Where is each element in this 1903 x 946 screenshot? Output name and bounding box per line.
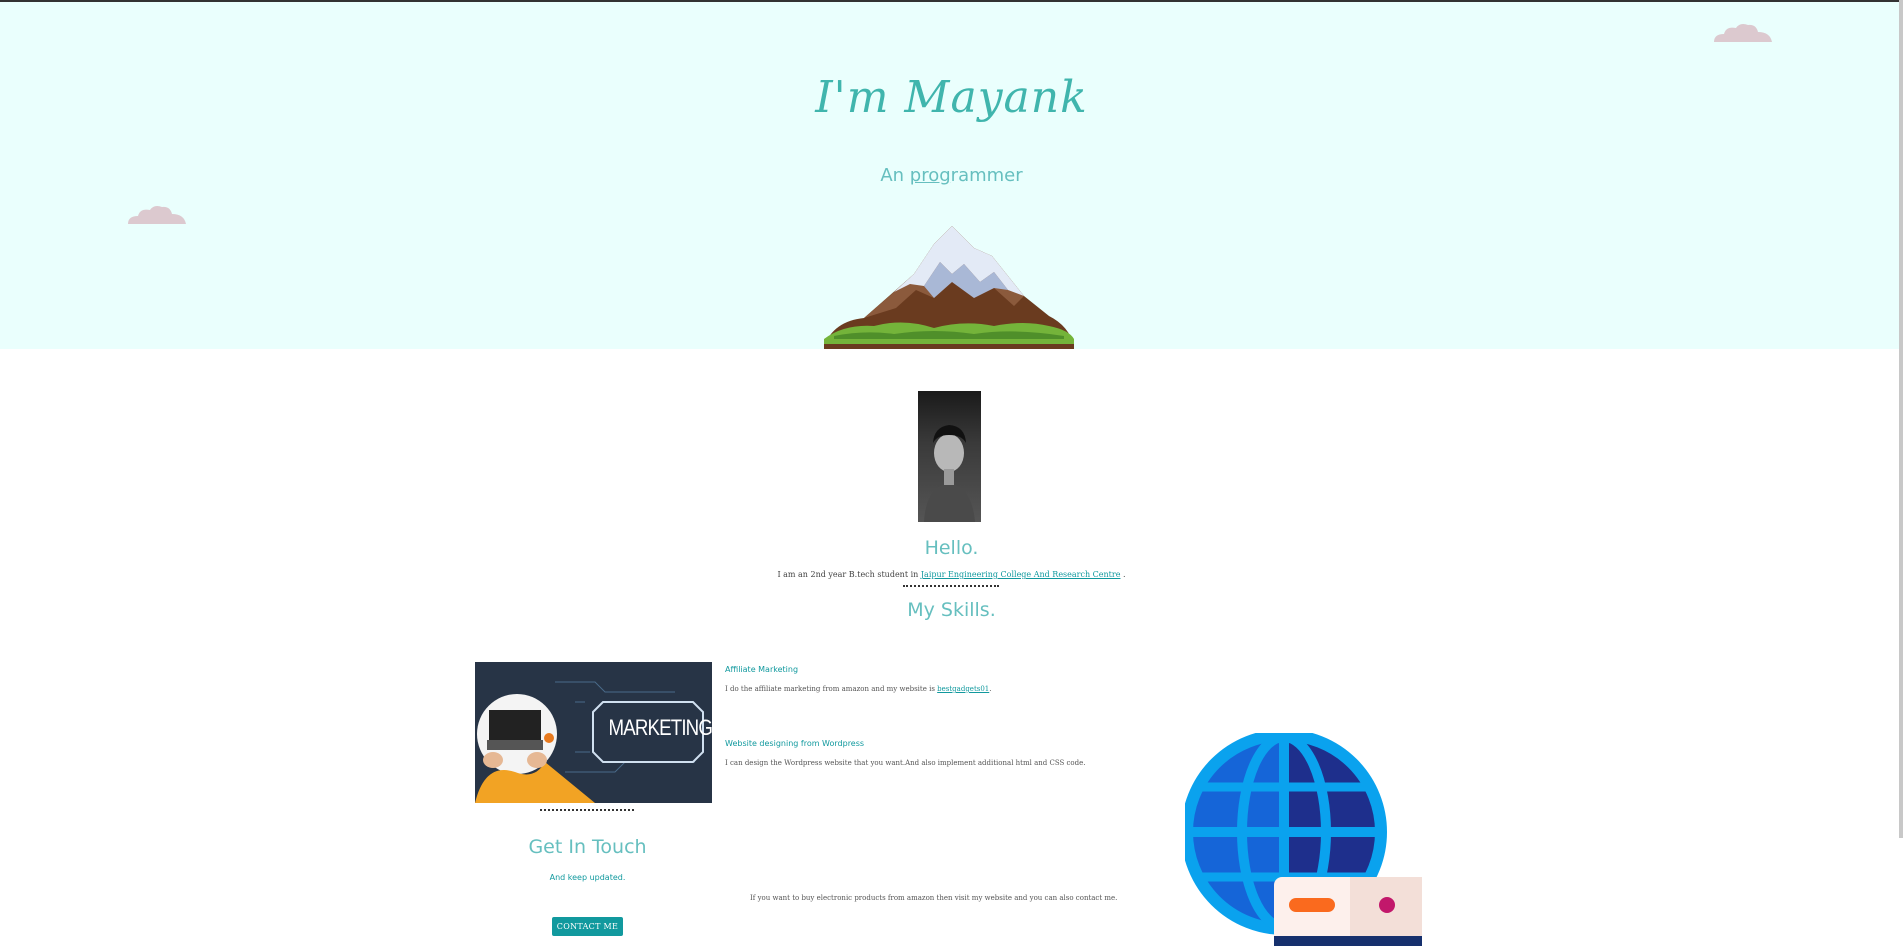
- vertical-scrollbar[interactable]: [1899, 0, 1903, 946]
- mountain-illustration-icon: [824, 226, 1074, 349]
- intro-end: .: [1120, 570, 1126, 579]
- hero-subtitle: An programmer: [0, 165, 1903, 186]
- subtitle-prefix: An: [880, 165, 910, 186]
- skill-title-wordpress: Website designing from Wordpress: [725, 739, 865, 748]
- college-link[interactable]: Jaipur Engineering College And Research …: [921, 570, 1121, 579]
- intro-text: I am an 2nd year B.tech student in Jaipu…: [0, 570, 1903, 579]
- marketing-image-text: MARKETING: [608, 715, 713, 740]
- globe-icon: [1185, 733, 1422, 946]
- skill-desc-affiliate: I do the affiliate marketing from amazon…: [725, 685, 992, 693]
- marketing-image: MARKETING: [475, 662, 712, 803]
- profile-photo: [918, 391, 981, 522]
- cloud-left-icon: [128, 206, 186, 224]
- contact-tagline: And keep updated.: [549, 873, 626, 882]
- scrollbar-thumb[interactable]: [1899, 0, 1903, 838]
- hello-heading: Hello.: [924, 537, 979, 559]
- contact-note: If you want to buy electronic products f…: [750, 894, 1118, 902]
- skill-desc-affiliate-text: I do the affiliate marketing from amazon…: [725, 685, 938, 693]
- person-silhouette-icon: [924, 425, 975, 522]
- cloud-right-icon: [1714, 24, 1772, 42]
- website-link[interactable]: bestgadgets01: [937, 685, 989, 693]
- skill-title-affiliate: Affiliate Marketing: [725, 665, 799, 674]
- dotted-divider: [903, 585, 999, 587]
- skill-desc-wordpress: I can design the Wordpress website that …: [725, 759, 1086, 767]
- hero-title: I'm Mayank: [815, 72, 1088, 123]
- intro-prefix: I am an 2nd year B.tech student in: [777, 570, 921, 579]
- skills-heading: My Skills.: [907, 599, 996, 621]
- subtitle-underlined: prog: [909, 165, 951, 186]
- subtitle-suffix: rammer: [950, 165, 1023, 186]
- hero-section: I'm Mayank An programmer: [0, 2, 1903, 349]
- skill-desc-affiliate-end: .: [989, 685, 992, 693]
- dotted-divider-2: [540, 809, 634, 811]
- contact-heading: Get In Touch: [528, 836, 647, 858]
- contact-me-button[interactable]: CONTACT ME: [552, 917, 623, 936]
